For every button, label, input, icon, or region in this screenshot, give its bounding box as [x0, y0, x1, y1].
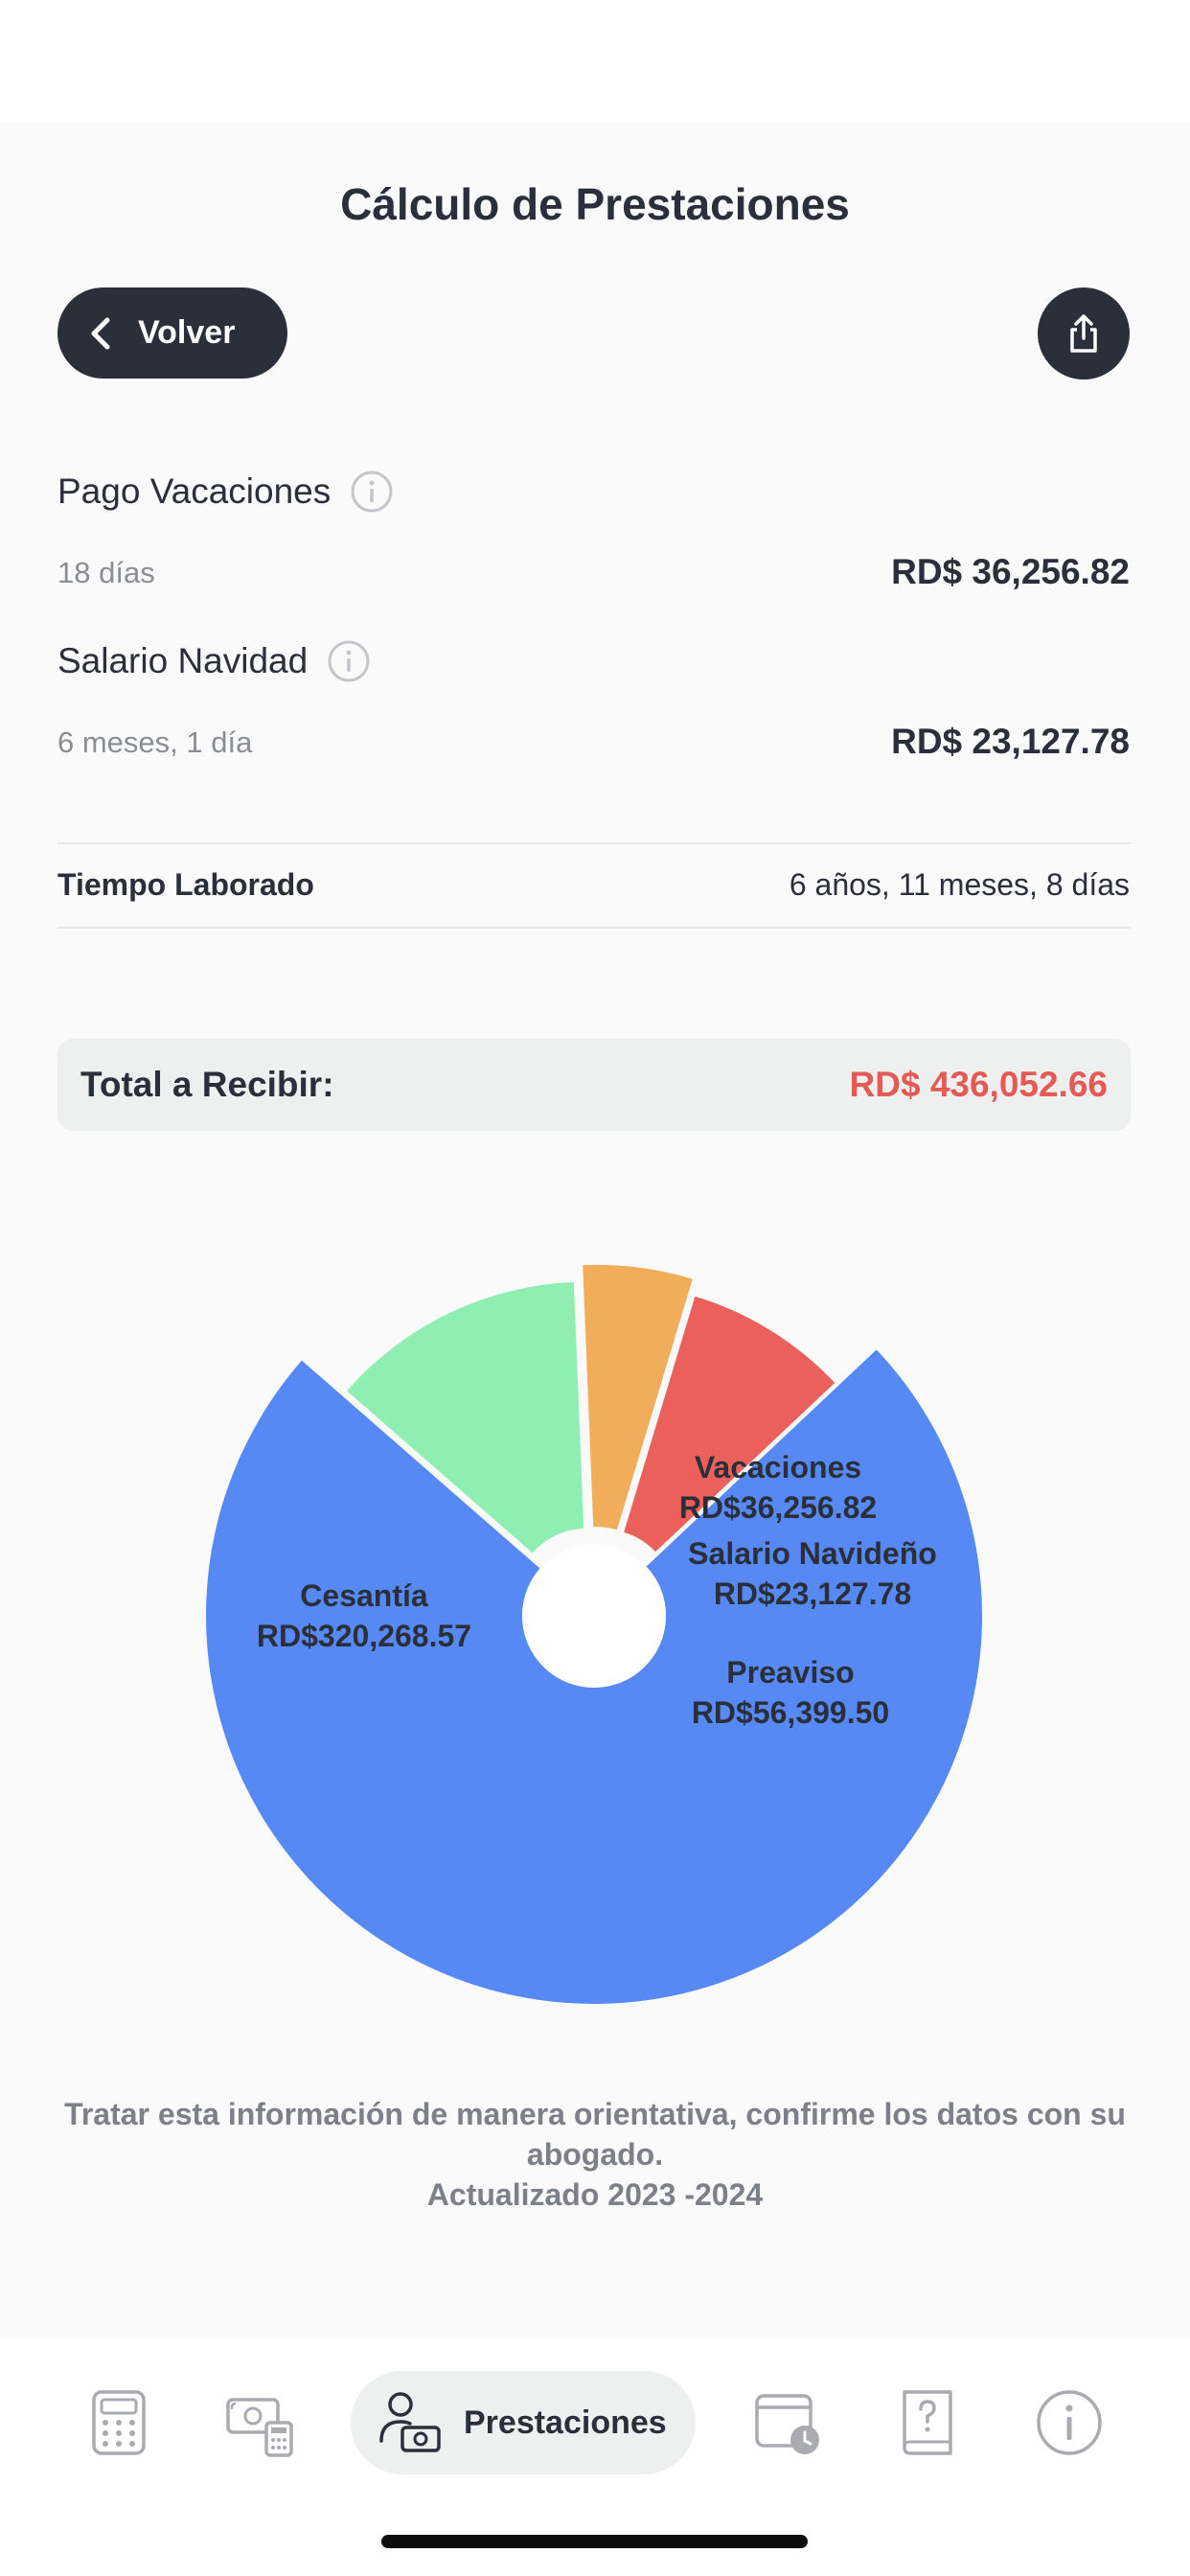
pie-label-value: RD$56,399.50 — [692, 1695, 889, 1730]
pago-vacaciones-label: Pago Vacaciones — [57, 472, 332, 511]
pie-center — [522, 1544, 666, 1688]
salario-navidad-row: Salario Navidad — [57, 639, 371, 683]
salario-navidad-label: Salario Navidad — [57, 641, 309, 680]
back-button[interactable]: Volver — [57, 288, 287, 379]
calendar-clock-icon[interactable] — [751, 2386, 824, 2459]
pago-vacaciones-days: 18 días — [57, 556, 155, 589]
total-value: RD$ 436,052.66 — [849, 1065, 1108, 1104]
share-button[interactable] — [1038, 288, 1130, 380]
updated-text: Actualizado 2023 -2024 — [426, 2177, 764, 2212]
tiempo-laborado-value: 6 años, 11 meses, 8 días — [789, 867, 1130, 902]
tiempo-laborado-label: Tiempo Laborado — [57, 867, 314, 902]
pie-label-name: Preaviso — [726, 1655, 854, 1690]
salario-navidad-period: 6 meses, 1 día — [57, 725, 253, 759]
pie-label-name: Salario Navideño — [688, 1536, 937, 1571]
divider — [57, 842, 1131, 844]
pie-label-value: RD$36,256.82 — [679, 1490, 877, 1525]
pie-label-value: RD$23,127.78 — [714, 1576, 911, 1611]
pie-label-name: Cesantía — [300, 1578, 428, 1613]
pie-label-name: Vacaciones — [695, 1450, 861, 1484]
home-indicator — [381, 2535, 808, 2548]
disclaimer: Tratar esta información de manera orient… — [57, 2094, 1133, 2215]
page-title: Cálculo de Prestaciones — [340, 179, 850, 229]
pago-vacaciones-amount: RD$ 36,256.82 — [891, 552, 1130, 591]
tab-prestaciones[interactable]: Prestaciones — [351, 2371, 696, 2474]
status-bar-area — [0, 0, 1190, 123]
info-icon[interactable] — [327, 639, 371, 683]
pie-chart: Cesantía RD$320,268.57 Preaviso RD$56,399.5… — [0, 1179, 1190, 2060]
person-money-icon — [379, 2392, 441, 2452]
share-icon — [1070, 314, 1097, 353]
pie-chart-svg: Cesantía RD$320,268.57 Preaviso RD$56,399.5… — [206, 1264, 983, 2004]
calculator-icon[interactable] — [82, 2386, 155, 2459]
total-label: Total a Recibir: — [80, 1065, 334, 1104]
salario-navidad-amount: RD$ 23,127.78 — [891, 722, 1130, 761]
chevron-left-icon — [91, 317, 110, 349]
help-book-icon[interactable] — [891, 2386, 964, 2459]
pie-label-value: RD$320,268.57 — [257, 1619, 471, 1653]
disclaimer-text: Tratar esta información de manera orient… — [64, 2097, 1126, 2172]
divider — [57, 927, 1131, 929]
pago-vacaciones-row: Pago Vacaciones — [57, 470, 394, 514]
back-button-label: Volver — [138, 314, 236, 351]
info-icon[interactable] — [1033, 2386, 1106, 2459]
money-calculator-icon[interactable] — [224, 2386, 297, 2459]
tab-prestaciones-label: Prestaciones — [464, 2404, 667, 2441]
info-icon[interactable] — [350, 470, 394, 514]
total-box: Total a Recibir: RD$ 436,052.66 — [57, 1039, 1131, 1131]
